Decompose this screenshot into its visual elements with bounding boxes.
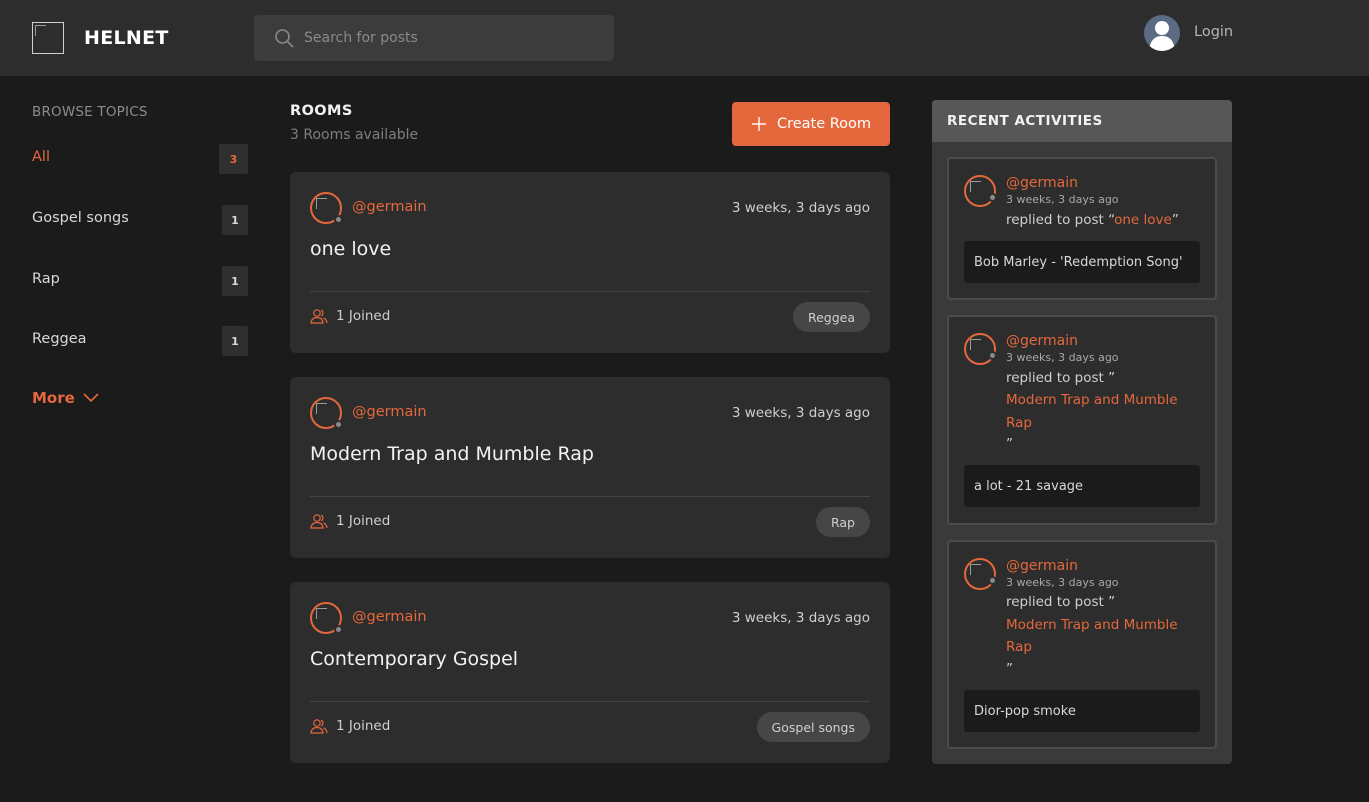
status-dot	[334, 420, 343, 429]
activity-post-link[interactable]: one love	[1114, 212, 1172, 228]
users-icon	[310, 309, 328, 324]
activity-card: @germain 3 weeks, 3 days ago replied to …	[947, 315, 1217, 525]
topic-label: Reggea	[32, 331, 87, 347]
rooms-title: ROOMS	[290, 103, 353, 119]
room-timestamp: 3 weeks, 3 days ago	[731, 610, 870, 626]
user-avatar-icon[interactable]	[1144, 15, 1180, 51]
activity-quote-close: ”	[1006, 661, 1013, 677]
plus-icon	[751, 117, 766, 131]
activity-timestamp: 3 weeks, 3 days ago	[1006, 351, 1119, 364]
host-username-link[interactable]: @germain	[352, 199, 427, 215]
activity-card: @germain 3 weeks, 3 days ago replied to …	[947, 157, 1217, 300]
activity-post-link[interactable]: Modern Trap and Mumble	[1006, 614, 1178, 636]
login-link[interactable]: Login	[1194, 24, 1233, 40]
host-avatar[interactable]	[310, 397, 343, 429]
room-card: @germain 3 weeks, 3 days ago Modern Trap…	[290, 377, 890, 558]
more-topics-link[interactable]: More	[32, 389, 99, 407]
activity-post-link[interactable]: Modern Trap and Mumble	[1006, 389, 1178, 411]
brand-name[interactable]: HELNET	[84, 27, 169, 49]
host-avatar[interactable]	[310, 192, 343, 224]
activity-message: a lot - 21 savage	[964, 465, 1200, 507]
activity-action: replied to post ”	[1006, 370, 1116, 386]
activity-quote-close: ”	[1006, 436, 1013, 452]
activity-avatar[interactable]	[964, 333, 997, 365]
activity-post-link-continued[interactable]: Rap	[1006, 412, 1032, 434]
divider	[310, 291, 870, 292]
topic-count-badge: 1	[222, 266, 248, 296]
room-card: @germain 3 weeks, 3 days ago Contemporar…	[290, 582, 890, 763]
joined-label: 1 Joined	[336, 513, 391, 529]
topic-item-rap[interactable]: Rap 1	[32, 266, 248, 296]
topic-item-gospel-songs[interactable]: Gospel songs 1	[32, 205, 248, 235]
room-topic-tag[interactable]: Gospel songs	[756, 712, 870, 742]
search-bar[interactable]	[254, 15, 614, 61]
joined-count: 1 Joined	[310, 718, 390, 734]
activities-title: RECENT ACTIVITIES	[947, 113, 1103, 129]
users-icon	[310, 514, 328, 529]
room-topic-tag[interactable]: Rap	[815, 507, 870, 537]
topic-label: All	[32, 149, 50, 165]
activity-timestamp: 3 weeks, 3 days ago	[1006, 193, 1119, 206]
topic-count-badge: 1	[222, 326, 248, 356]
activities-header: RECENT ACTIVITIES	[932, 100, 1232, 142]
room-name-link[interactable]: one love	[310, 238, 391, 260]
room-card: @germain 3 weeks, 3 days ago one love 1 …	[290, 172, 890, 353]
activity-action: replied to post ”	[1006, 594, 1116, 610]
activity-username-link[interactable]: @germain	[1006, 558, 1078, 574]
joined-count: 1 Joined	[310, 513, 390, 529]
status-dot	[988, 193, 997, 202]
room-timestamp: 3 weeks, 3 days ago	[731, 405, 870, 421]
create-room-label: Create Room	[776, 116, 872, 132]
activity-action: replied to post “	[1006, 212, 1115, 228]
topic-label: Rap	[32, 271, 60, 287]
joined-label: 1 Joined	[336, 718, 391, 734]
divider	[310, 496, 870, 497]
topic-count-badge: 3	[219, 144, 248, 174]
topic-label: Gospel songs	[32, 210, 129, 226]
activity-avatar[interactable]	[964, 175, 997, 207]
recent-activities-panel: RECENT ACTIVITIES @germain 3 weeks, 3 da…	[932, 100, 1232, 764]
activity-post-link-continued[interactable]: Rap	[1006, 636, 1032, 658]
activity-message: Bob Marley - 'Redemption Song'	[964, 241, 1200, 283]
room-name-link[interactable]: Modern Trap and Mumble Rap	[310, 443, 594, 465]
activity-message: Dior-pop smoke	[964, 690, 1200, 732]
activity-card: @germain 3 weeks, 3 days ago replied to …	[947, 540, 1217, 749]
host-avatar[interactable]	[310, 602, 343, 634]
rooms-count: 3 Rooms available	[290, 127, 419, 143]
topic-count-badge: 1	[222, 205, 248, 235]
create-room-button[interactable]: Create Room	[732, 102, 890, 146]
host-username-link[interactable]: @germain	[352, 404, 427, 420]
status-dot	[988, 576, 997, 585]
status-dot	[334, 215, 343, 224]
activity-username-link[interactable]: @germain	[1006, 333, 1078, 349]
room-timestamp: 3 weeks, 3 days ago	[731, 200, 870, 216]
status-dot	[334, 625, 343, 634]
status-dot	[988, 351, 997, 360]
browse-topics-title: BROWSE TOPICS	[32, 104, 148, 120]
topic-item-reggea[interactable]: Reggea 1	[32, 326, 248, 356]
activity-timestamp: 3 weeks, 3 days ago	[1006, 576, 1119, 589]
topic-item-all[interactable]: All 3	[32, 144, 248, 174]
divider	[310, 701, 870, 702]
activity-quote-close: ”	[1171, 212, 1179, 228]
host-username-link[interactable]: @germain	[352, 609, 427, 625]
logo-image[interactable]	[32, 22, 64, 54]
room-topic-tag[interactable]: Reggea	[792, 302, 870, 332]
room-name-link[interactable]: Contemporary Gospel	[310, 648, 518, 670]
more-label: More	[32, 389, 75, 407]
activity-avatar[interactable]	[964, 558, 997, 590]
users-icon	[310, 719, 328, 734]
search-icon	[275, 29, 294, 48]
activity-username-link[interactable]: @germain	[1006, 175, 1078, 191]
search-input[interactable]	[304, 15, 604, 61]
joined-label: 1 Joined	[336, 308, 391, 324]
top-header: HELNET Login	[0, 0, 1369, 76]
joined-count: 1 Joined	[310, 308, 390, 324]
activity-description: replied to post “one love”	[1006, 209, 1179, 231]
chevron-down-icon	[83, 393, 99, 403]
